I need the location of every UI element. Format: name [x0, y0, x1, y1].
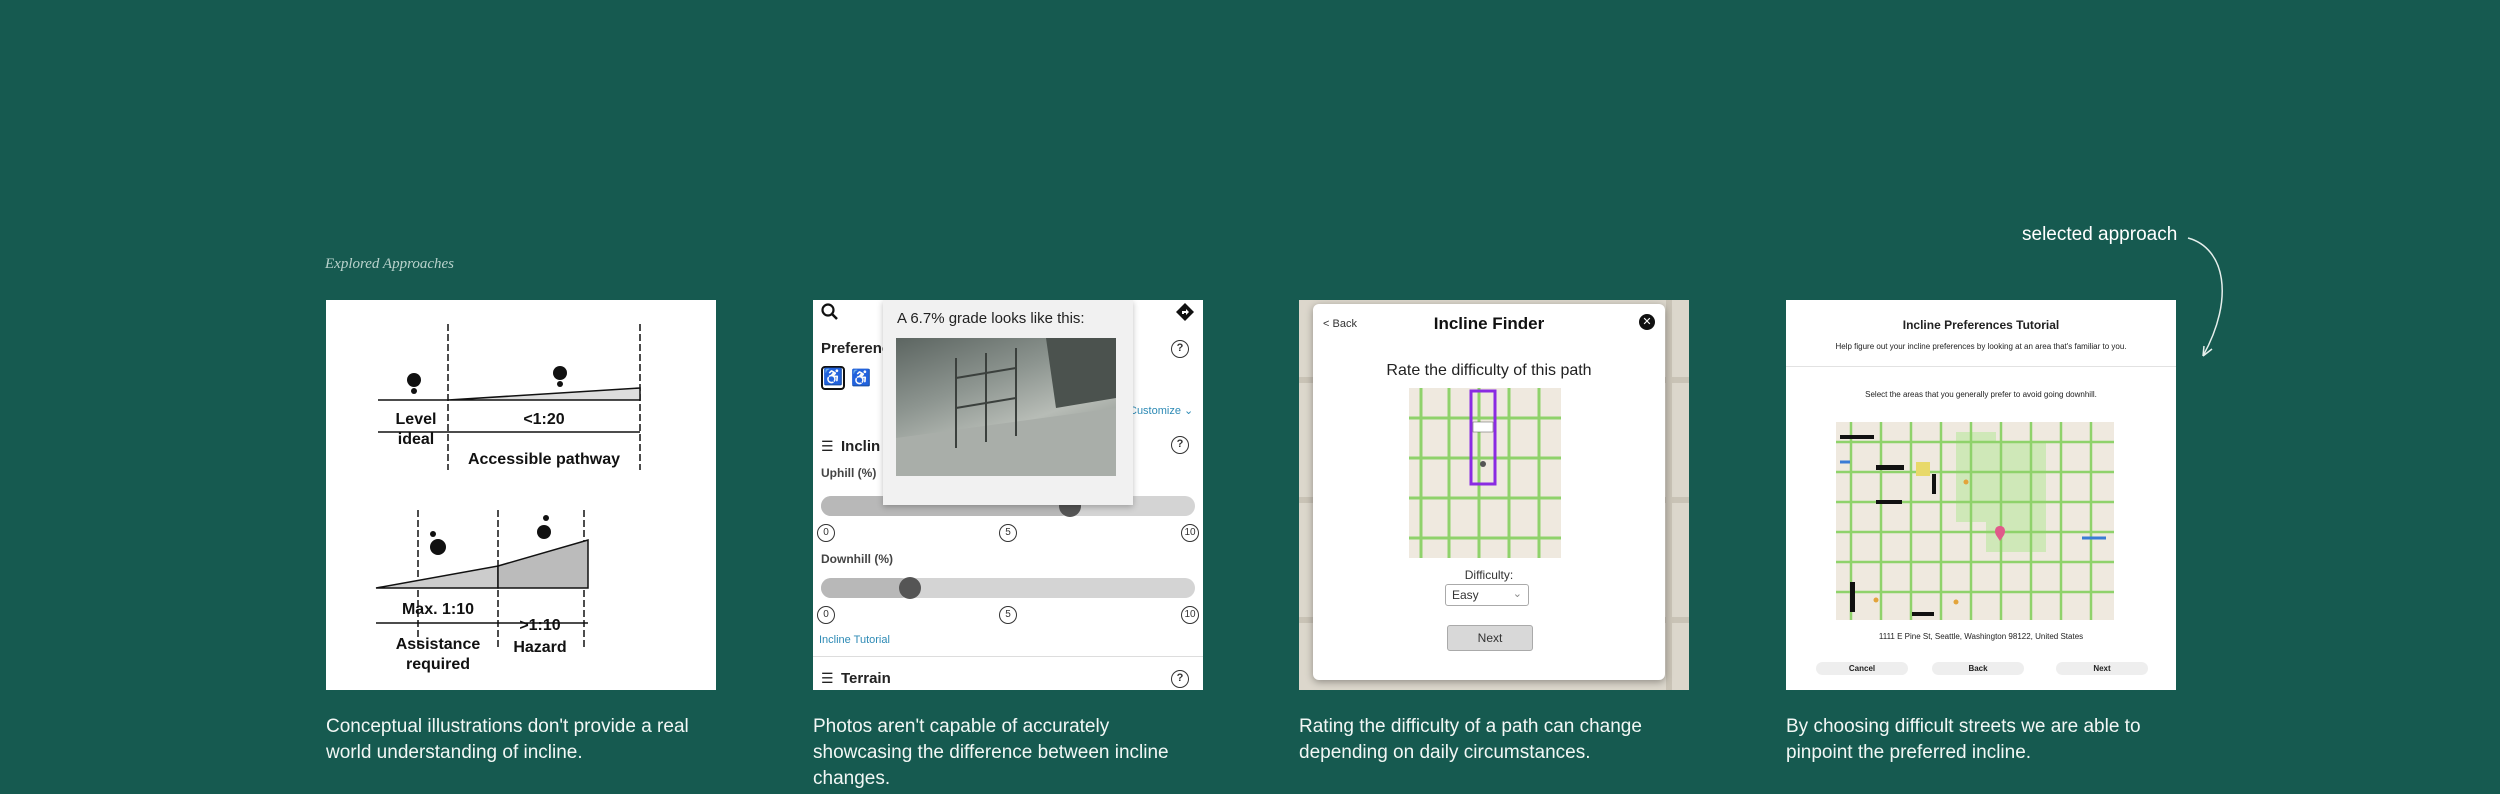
tutorial-intro: Help figure out your incline preferences… [1835, 342, 2127, 351]
incline-tutorial-link[interactable]: Incline Tutorial [819, 634, 890, 646]
ideal-label: ideal [398, 431, 434, 448]
grade-photo-popup: A 6.7% grade looks like this: [883, 300, 1133, 505]
terrain-help-icon[interactable]: ? [1171, 670, 1189, 688]
terrain-heading: Terrain [841, 670, 891, 687]
cancel-button[interactable]: Cancel [1816, 662, 1908, 675]
search-icon[interactable] [821, 303, 839, 321]
uphill-tick-min: 0 [817, 524, 835, 542]
rating-prompt: Rate the difficulty of this path [1386, 362, 1592, 379]
help-icon[interactable]: ? [1171, 340, 1189, 358]
caption-4: By choosing difficult streets we are abl… [1786, 716, 2141, 763]
incline-help-icon[interactable]: ? [1171, 436, 1189, 454]
downhill-slider-fill [821, 578, 911, 598]
customize-link[interactable]: Customize ⌄ [1129, 404, 1193, 417]
next-button[interactable]: Next [2056, 662, 2148, 675]
close-icon[interactable]: ✕ [1639, 314, 1655, 330]
chevron-down-icon: ⌄ [1512, 588, 1522, 600]
path-map [1409, 388, 1561, 558]
divider [813, 656, 1203, 657]
card-tutorial-approach: Incline Preferences Tutorial Help figure… [1786, 300, 2176, 690]
incline-finder-modal: < Back Incline Finder ✕ Rate the difficu… [1313, 304, 1665, 680]
modal-title: Incline Finder [1433, 314, 1545, 333]
wheelchair-icon[interactable]: ♿ [821, 366, 845, 390]
caption-1: Conceptual illustrations don't provide a… [326, 716, 689, 763]
menu-icon[interactable]: ☰ [821, 438, 834, 455]
difficulty-label: Difficulty: [1464, 568, 1514, 582]
wheelchair-alt-icon[interactable]: ♿ [851, 368, 871, 388]
downhill-label: Downhill (%) [821, 552, 893, 566]
required-label: required [406, 656, 470, 673]
selected-approach-label: selected approach [2022, 224, 2178, 245]
section-label: Explored Approaches [325, 256, 455, 272]
pathway-label: Accessible pathway [468, 451, 620, 468]
caption-3: Rating the difficulty of a path can chan… [1299, 716, 1642, 763]
downhill-tick-max: 10 [1181, 606, 1199, 624]
grade-photo [896, 338, 1116, 476]
uphill-tick-max: 10 [1181, 524, 1199, 542]
hazard-ratio-label: >1:10 [519, 617, 560, 634]
back-button[interactable]: Back [1932, 662, 2024, 675]
card-conceptual-illustration: Level ideal <1:20 Accessible pathway Max… [326, 300, 716, 690]
incline-illustration: Level ideal <1:20 Accessible pathway Max… [375, 324, 641, 673]
downhill-tick-mid: 5 [999, 606, 1017, 624]
max-ratio-label: Max. 1:10 [402, 601, 474, 618]
level-label: Level [396, 411, 437, 428]
directions-icon[interactable] [1175, 302, 1195, 322]
ratio-label: <1:20 [523, 411, 564, 428]
caption-2: Photos aren't capable of accurately show… [813, 716, 1169, 789]
difficulty-select[interactable]: Easy ⌄ [1445, 584, 1529, 606]
assistance-label: Assistance [396, 636, 481, 653]
neighborhood-map[interactable] [1836, 422, 2114, 620]
terrain-menu-icon[interactable]: ☰ [821, 670, 834, 687]
popup-title: A 6.7% grade looks like this: [897, 310, 1085, 327]
card-rating-approach: < Back Incline Finder ✕ Rate the difficu… [1299, 300, 1689, 690]
card-photo-approach: Preferenc ? ♿ ♿ Customize ⌄ ☰ Inclin ? U… [813, 300, 1203, 690]
uphill-tick-mid: 5 [999, 524, 1017, 542]
tutorial-instruction: Select the areas that you generally pref… [1865, 390, 2097, 399]
downhill-tick-min: 0 [817, 606, 835, 624]
hazard-label: Hazard [513, 639, 566, 656]
divider [1786, 366, 2176, 367]
tutorial-address: 1111 E Pine St, Seattle, Washington 9812… [1878, 632, 2084, 641]
next-button[interactable]: Next [1447, 625, 1533, 651]
selected-arrow-icon [2187, 237, 2223, 357]
tutorial-title: Incline Preferences Tutorial [1902, 318, 2060, 332]
